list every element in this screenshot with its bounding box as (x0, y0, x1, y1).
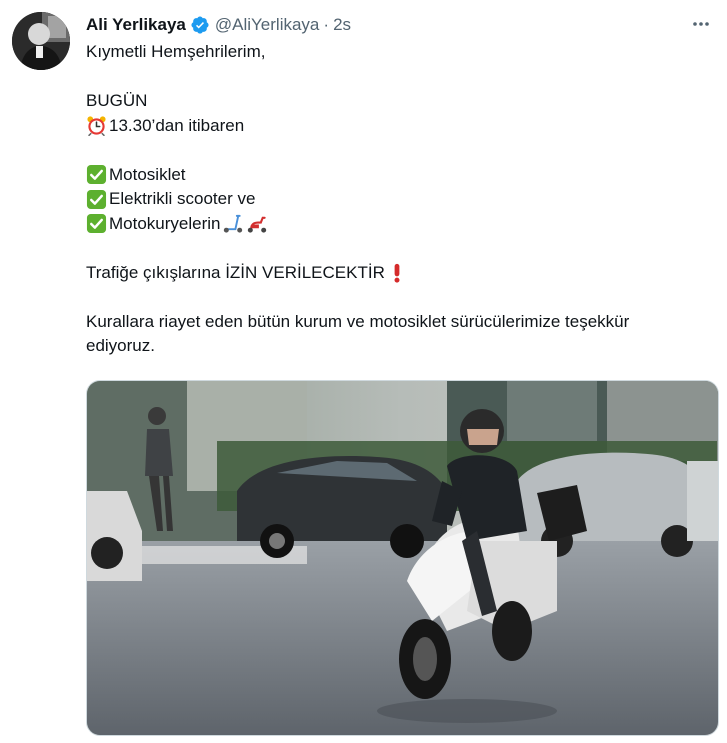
traffic-emphasis: İZİN VERİLECEKTİR (225, 262, 385, 282)
more-options-icon[interactable] (685, 12, 717, 36)
avatar[interactable] (12, 12, 70, 70)
traffic-text: Trafiğe çıkışlarına (86, 262, 226, 282)
timestamp[interactable]: 2s (333, 15, 351, 35)
time-text: 13.30’dan itibaren (109, 115, 245, 135)
list-item: Motosiklet (86, 163, 716, 188)
today-line: BUGÜN (86, 91, 148, 110)
list-item: Motokuryelerin (86, 212, 716, 237)
separator-dot: · (323, 15, 330, 34)
list-item-label: Elektrikli scooter ve (109, 189, 256, 208)
list-item-label: Motosiklet (109, 164, 186, 184)
kick-scooter-icon (221, 213, 245, 234)
list-item: Elektrikli scooter ve (86, 187, 716, 212)
verified-badge-icon (190, 15, 210, 35)
red-exclamation-icon (387, 262, 408, 283)
check-mark-button-icon (86, 213, 107, 234)
author-name[interactable]: Ali Yerlikaya (86, 15, 186, 35)
time-line: 13.30’dan itibaren (86, 114, 716, 139)
check-mark-button-icon (86, 189, 107, 210)
tweet-text: Kıymetli Hemşehrilerim, BUGÜN 13.30’dan … (86, 40, 716, 359)
greeting-line: Kıymetli Hemşehrilerim, (86, 42, 266, 61)
author-handle[interactable]: @AliYerlikaya (215, 15, 320, 35)
thanks-line: Kurallara riayet eden bütün kurum ve mot… (86, 311, 630, 331)
list-item-label: Motokuryelerin (109, 213, 221, 233)
tweet: Ali Yerlikaya @AliYerlikaya · 2s Kıymetl… (0, 0, 727, 743)
motor-scooter-icon (245, 213, 269, 234)
check-mark-button-icon (86, 164, 107, 185)
thanks-line-cont: ediyoruz. (86, 336, 155, 355)
traffic-line: Trafiğe çıkışlarına İZİN VERİLECEKTİR (86, 261, 716, 286)
tweet-header: Ali Yerlikaya @AliYerlikaya · 2s (86, 12, 715, 38)
tweet-photo[interactable] (86, 380, 719, 736)
alarm-clock-icon (86, 115, 107, 137)
